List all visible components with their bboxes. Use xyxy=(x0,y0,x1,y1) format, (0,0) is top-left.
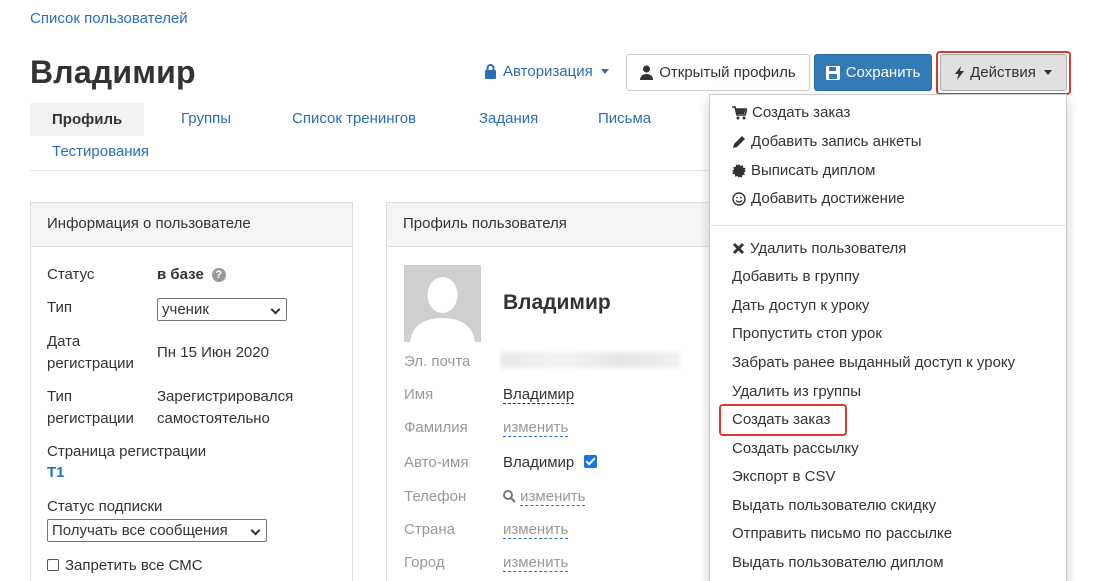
pencil-icon xyxy=(732,135,746,149)
chevron-down-icon xyxy=(250,525,261,536)
country-edit-link[interactable]: изменить xyxy=(503,521,569,539)
auto-name-value: Владимир xyxy=(503,454,575,471)
subscription-select[interactable]: Получать все сообщения xyxy=(47,519,267,542)
menu-item-remove-from-group[interactable]: Удалить из группы xyxy=(732,383,861,400)
create-order-highlight-frame xyxy=(719,404,847,436)
actions-highlight-frame xyxy=(936,51,1071,95)
user-info-heading: Информация о пользователе xyxy=(31,203,352,247)
menu-item-create-order[interactable]: Создать заказ xyxy=(732,104,850,121)
page-title: Владимир xyxy=(30,54,196,90)
cart-icon xyxy=(732,105,747,120)
menu-item-add-survey-entry[interactable]: Добавить запись анкеты xyxy=(732,133,922,150)
breadcrumb[interactable]: Список пользователей xyxy=(30,10,188,27)
user-silhouette-icon xyxy=(404,265,481,342)
tab-letters[interactable]: Письма xyxy=(598,110,651,127)
first-name-label: Имя xyxy=(404,386,434,403)
reg-date-label-1: Дата xyxy=(47,333,81,350)
phone-group[interactable]: изменить xyxy=(503,488,586,506)
authorization-dropdown[interactable]: Авторизация xyxy=(484,63,609,80)
menu-item-give-discount[interactable]: Выдать пользователю скидку xyxy=(732,497,936,514)
country-label: Страна xyxy=(404,521,456,538)
lock-icon xyxy=(484,64,497,79)
menu-item-label: Удалить пользователя xyxy=(750,240,907,257)
open-profile-button[interactable]: Открытый профиль xyxy=(626,54,810,91)
menu-item-label: Добавить запись анкеты xyxy=(751,133,922,150)
reg-page-link[interactable]: T1 xyxy=(47,464,65,481)
user-profile-heading: Профиль пользователя xyxy=(387,203,715,247)
menu-item-label: Выписать диплом xyxy=(751,162,876,179)
status-label: Статус xyxy=(47,266,95,283)
auto-name-group: Владимир xyxy=(503,454,598,471)
tab-tasks[interactable]: Задания xyxy=(479,110,538,127)
question-icon[interactable]: ? xyxy=(211,268,226,282)
smile-icon xyxy=(732,191,746,206)
menu-item-label: Добавить достижение xyxy=(751,190,905,207)
type-select-value: ученик xyxy=(162,301,209,318)
first-name-value[interactable]: Владимир xyxy=(503,386,575,404)
auto-name-label: Авто-имя xyxy=(404,454,469,471)
reg-type-label-1: Тип xyxy=(47,388,73,405)
avatar[interactable] xyxy=(404,265,481,342)
floppy-disk-icon xyxy=(825,65,840,80)
menu-item-skip-stop-lesson[interactable]: Пропустить стоп урок xyxy=(732,325,882,342)
save-label: Сохранить xyxy=(845,64,921,81)
certificate-icon xyxy=(732,163,746,178)
tab-profile[interactable]: Профиль xyxy=(30,103,145,136)
subscription-label: Статус подписки xyxy=(47,498,163,515)
auto-name-checkbox[interactable] xyxy=(584,455,598,468)
reg-type-value-1: Зарегистрировался xyxy=(157,388,294,405)
tabs-divider xyxy=(30,170,710,171)
chevron-down-icon xyxy=(600,69,609,74)
tab-groups[interactable]: Группы xyxy=(181,110,231,127)
remove-icon xyxy=(732,242,745,255)
last-name-edit-link[interactable]: изменить xyxy=(503,419,569,437)
block-sms-label: Запретить все СМС xyxy=(65,557,203,574)
type-label: Тип xyxy=(47,299,73,316)
phone-edit-link[interactable]: изменить xyxy=(520,488,586,506)
block-sms-row[interactable]: Запретить все СМС xyxy=(47,555,203,577)
save-button[interactable]: Сохранить xyxy=(814,54,932,91)
chevron-down-icon xyxy=(270,304,281,315)
menu-item-add-achievement[interactable]: Добавить достижение xyxy=(732,190,905,207)
status-value: в базе xyxy=(157,266,204,283)
reg-type-value-2: самостоятельно xyxy=(157,410,270,427)
menu-item-delete-user[interactable]: Удалить пользователя xyxy=(732,240,906,257)
open-profile-label: Открытый профиль xyxy=(659,64,796,81)
menu-item-issue-diploma[interactable]: Выписать диплом xyxy=(732,162,875,179)
menu-item-give-diploma[interactable]: Выдать пользователю диплом xyxy=(732,554,944,571)
menu-divider xyxy=(710,225,1066,226)
block-sms-checkbox[interactable] xyxy=(47,559,59,571)
tab-tests[interactable]: Тестирования xyxy=(52,143,149,160)
user-icon xyxy=(640,65,654,80)
menu-item-create-mailing[interactable]: Создать рассылку xyxy=(732,440,859,457)
reg-page-label: Страница регистрации xyxy=(47,443,207,460)
status-value-group: в базе? xyxy=(157,264,226,286)
email-value-blurred xyxy=(500,352,680,368)
menu-item-add-to-group[interactable]: Добавить в группу xyxy=(732,268,860,285)
email-label: Эл. почта xyxy=(404,353,471,370)
phone-label: Телефон xyxy=(404,488,467,505)
subscription-select-value: Получать все сообщения xyxy=(52,522,228,539)
reg-date-value: Пн 15 Июн 2020 xyxy=(157,344,269,361)
menu-item-grant-lesson-access[interactable]: Дать доступ к уроку xyxy=(732,297,869,314)
reg-type-label-2: регистрации xyxy=(47,410,134,427)
city-edit-link[interactable]: изменить xyxy=(503,554,569,572)
menu-item-label: Создать заказ xyxy=(752,104,851,121)
tab-trainings[interactable]: Список тренингов xyxy=(292,110,416,127)
authorization-label: Авторизация xyxy=(503,63,593,80)
menu-item-export-csv[interactable]: Экспорт в CSV xyxy=(732,468,836,485)
city-label: Город xyxy=(404,554,445,571)
menu-item-send-mailing-letter[interactable]: Отправить письмо по рассылке xyxy=(732,525,952,542)
menu-item-revoke-lesson-access[interactable]: Забрать ранее выданный доступ к уроку xyxy=(732,354,1015,371)
last-name-label: Фамилия xyxy=(404,419,468,436)
reg-date-label-2: регистрации xyxy=(47,355,134,372)
profile-name: Владимир xyxy=(503,291,611,314)
actions-dropdown-menu: Создать заказ Добавить запись анкеты Вып… xyxy=(709,94,1067,581)
search-icon xyxy=(503,490,516,503)
type-select[interactable]: ученик xyxy=(157,298,287,321)
